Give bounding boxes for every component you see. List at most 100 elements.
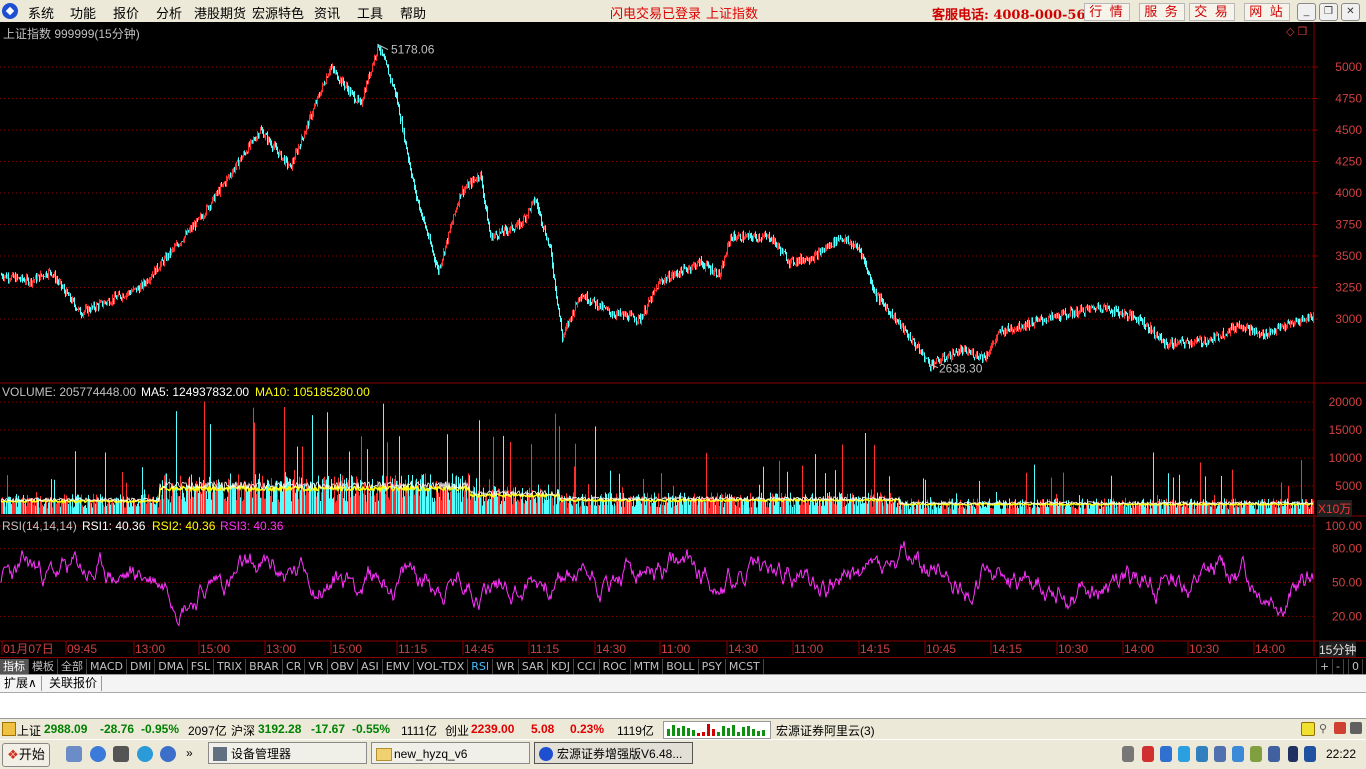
breadth-bar xyxy=(672,725,675,736)
related-quote-tab[interactable]: 关联报价 xyxy=(45,676,103,691)
tab-dmi[interactable]: DMI xyxy=(127,659,156,674)
tab-kdj[interactable]: KDJ xyxy=(548,659,574,674)
tray-app-icon-5[interactable] xyxy=(1214,746,1226,762)
tab-wr[interactable]: WR xyxy=(493,659,519,674)
task-folder[interactable]: new_hyzq_v6 xyxy=(371,742,530,764)
ie-browser-icon[interactable] xyxy=(90,746,106,762)
volume-tick-label: 20000 xyxy=(1329,395,1363,409)
tray-app-icon-3[interactable] xyxy=(1178,746,1190,762)
service-button[interactable]: 服 务 xyxy=(1139,3,1185,21)
reset-button[interactable]: 0 xyxy=(1348,659,1363,674)
menu-hongyuan-features[interactable]: 宏源特色 xyxy=(252,3,304,22)
tab-全部[interactable]: 全部 xyxy=(58,659,87,674)
breadth-bar xyxy=(697,733,700,736)
x-tick-label: 01月07日 xyxy=(3,642,54,656)
price-tick-label: 5000 xyxy=(1335,60,1362,74)
tab-模板[interactable]: 模板 xyxy=(29,659,58,674)
tab-sar[interactable]: SAR xyxy=(519,659,549,674)
minimize-button[interactable]: _ xyxy=(1297,3,1316,21)
keyboard-icon[interactable] xyxy=(1122,746,1134,762)
panel-options-icon[interactable]: ◇ ❐ xyxy=(1286,25,1307,38)
menu-news[interactable]: 资讯 xyxy=(314,3,340,22)
tray-app-icon-7[interactable] xyxy=(1268,746,1280,762)
menu-analysis[interactable]: 分析 xyxy=(156,3,182,22)
menu-system[interactable]: 系统 xyxy=(28,3,54,22)
zoom-in-button[interactable]: + xyxy=(1316,659,1334,674)
x-tick-label: 11:00 xyxy=(794,642,823,656)
search-globe-icon[interactable] xyxy=(160,746,176,762)
tab-brar[interactable]: BRAR xyxy=(246,659,284,674)
shield-icon[interactable] xyxy=(1232,746,1244,762)
start-button[interactable]: ❖开始 xyxy=(2,743,50,767)
price-tick-label: 3750 xyxy=(1335,218,1362,232)
menu-function[interactable]: 功能 xyxy=(70,3,96,22)
market-button[interactable]: 行 情 xyxy=(1084,3,1130,21)
close-button[interactable]: ✕ xyxy=(1341,3,1360,21)
rsi-tick-label: 20.00 xyxy=(1332,609,1362,623)
usb-icon[interactable] xyxy=(1288,746,1298,762)
period-label[interactable]: 15分钟 xyxy=(1319,641,1357,658)
trade-login-notice[interactable]: 闪电交易已登录 xyxy=(610,3,701,22)
tab-vol-tdx[interactable]: VOL-TDX xyxy=(414,659,469,674)
tab-dma[interactable]: DMA xyxy=(155,659,188,674)
x-tick-label: 14:45 xyxy=(464,642,494,656)
trade-button[interactable]: 交 易 xyxy=(1189,3,1235,21)
menu-quote[interactable]: 报价 xyxy=(113,3,139,22)
tray-app-icon-2[interactable] xyxy=(1160,746,1172,762)
website-button[interactable]: 网 站 xyxy=(1244,3,1290,21)
menu-help[interactable]: 帮助 xyxy=(400,3,426,22)
settings-icon[interactable] xyxy=(1350,722,1362,734)
show-desktop-icon[interactable] xyxy=(66,746,82,762)
task-hongyuan-app[interactable]: 宏源证券增强版V6.48... xyxy=(534,742,693,764)
tab-macd[interactable]: MACD xyxy=(87,659,127,674)
zoom-out-button[interactable]: - xyxy=(1332,659,1344,674)
tab-vr[interactable]: VR xyxy=(305,659,328,674)
tray-app-icon-6[interactable] xyxy=(1250,746,1262,762)
tab-cci[interactable]: CCI xyxy=(574,659,600,674)
app-logo-icon[interactable] xyxy=(2,3,18,19)
command-prompt-icon[interactable] xyxy=(113,746,129,762)
alert-icon[interactable] xyxy=(1334,722,1346,734)
ie-alt-icon[interactable] xyxy=(137,746,153,762)
menu-hk-futures[interactable]: 港股期货 xyxy=(194,3,246,22)
info-icon[interactable] xyxy=(1301,722,1315,736)
x-tick-label: 11:15 xyxy=(398,642,427,656)
tab-trix[interactable]: TRIX xyxy=(214,659,247,674)
network-icon[interactable] xyxy=(1304,746,1316,762)
extension-panel xyxy=(0,692,1366,719)
volume-value: VOLUME: 205774448.00 xyxy=(2,385,137,399)
tray-app-icon-4[interactable] xyxy=(1196,746,1208,762)
clock[interactable]: 22:22 xyxy=(1326,747,1356,761)
sh-index-name[interactable]: 上证 xyxy=(17,722,41,739)
volume-tick-label: 15000 xyxy=(1329,423,1363,437)
tab-emv[interactable]: EMV xyxy=(383,659,414,674)
tab-mtm[interactable]: MTM xyxy=(631,659,664,674)
start-label: 开始 xyxy=(18,747,45,762)
more-quicklaunch-icon[interactable]: » xyxy=(186,746,193,760)
tab-roc[interactable]: ROC xyxy=(600,659,631,674)
stock-chart[interactable]: 5000 4750 4500 4250 4000 3750 3500 3250 3000 2000… xyxy=(0,22,1366,656)
tab-指标[interactable]: 指标 xyxy=(0,659,29,674)
hs-index-name[interactable]: 沪深 xyxy=(231,722,255,739)
cy-index-name[interactable]: 创业 xyxy=(445,722,469,739)
tray-app-icon-1[interactable] xyxy=(1142,746,1154,762)
tab-psy[interactable]: PSY xyxy=(699,659,726,674)
tab-boll[interactable]: BOLL xyxy=(663,659,699,674)
tab-fsl[interactable]: FSL xyxy=(188,659,214,674)
server-name[interactable]: 宏源证券阿里云(3) xyxy=(776,722,875,739)
menu-tools[interactable]: 工具 xyxy=(357,3,383,22)
tab-asi[interactable]: ASI xyxy=(358,659,383,674)
chart-area[interactable]: 5000 4750 4500 4250 4000 3750 3500 3250 3000 2000… xyxy=(0,22,1366,658)
x-tick-label: 13:00 xyxy=(266,642,296,656)
windows-taskbar: ❖开始 » 设备管理器 new_hyzq_v6 宏源证券增强版V6.48... … xyxy=(0,739,1366,769)
expand-tab[interactable]: 扩展∧ xyxy=(0,676,42,691)
breadth-bar xyxy=(722,726,725,736)
tab-rsi[interactable]: RSI xyxy=(468,659,494,674)
tab-mcst[interactable]: MCST xyxy=(726,659,764,674)
status-menu-icon[interactable] xyxy=(2,722,16,736)
tab-obv[interactable]: OBV xyxy=(328,659,358,674)
restore-button[interactable]: ❐ xyxy=(1319,3,1338,21)
tab-cr[interactable]: CR xyxy=(283,659,306,674)
task-device-manager[interactable]: 设备管理器 xyxy=(208,742,367,764)
rsi2-value: RSI2: 40.36 xyxy=(152,519,216,533)
